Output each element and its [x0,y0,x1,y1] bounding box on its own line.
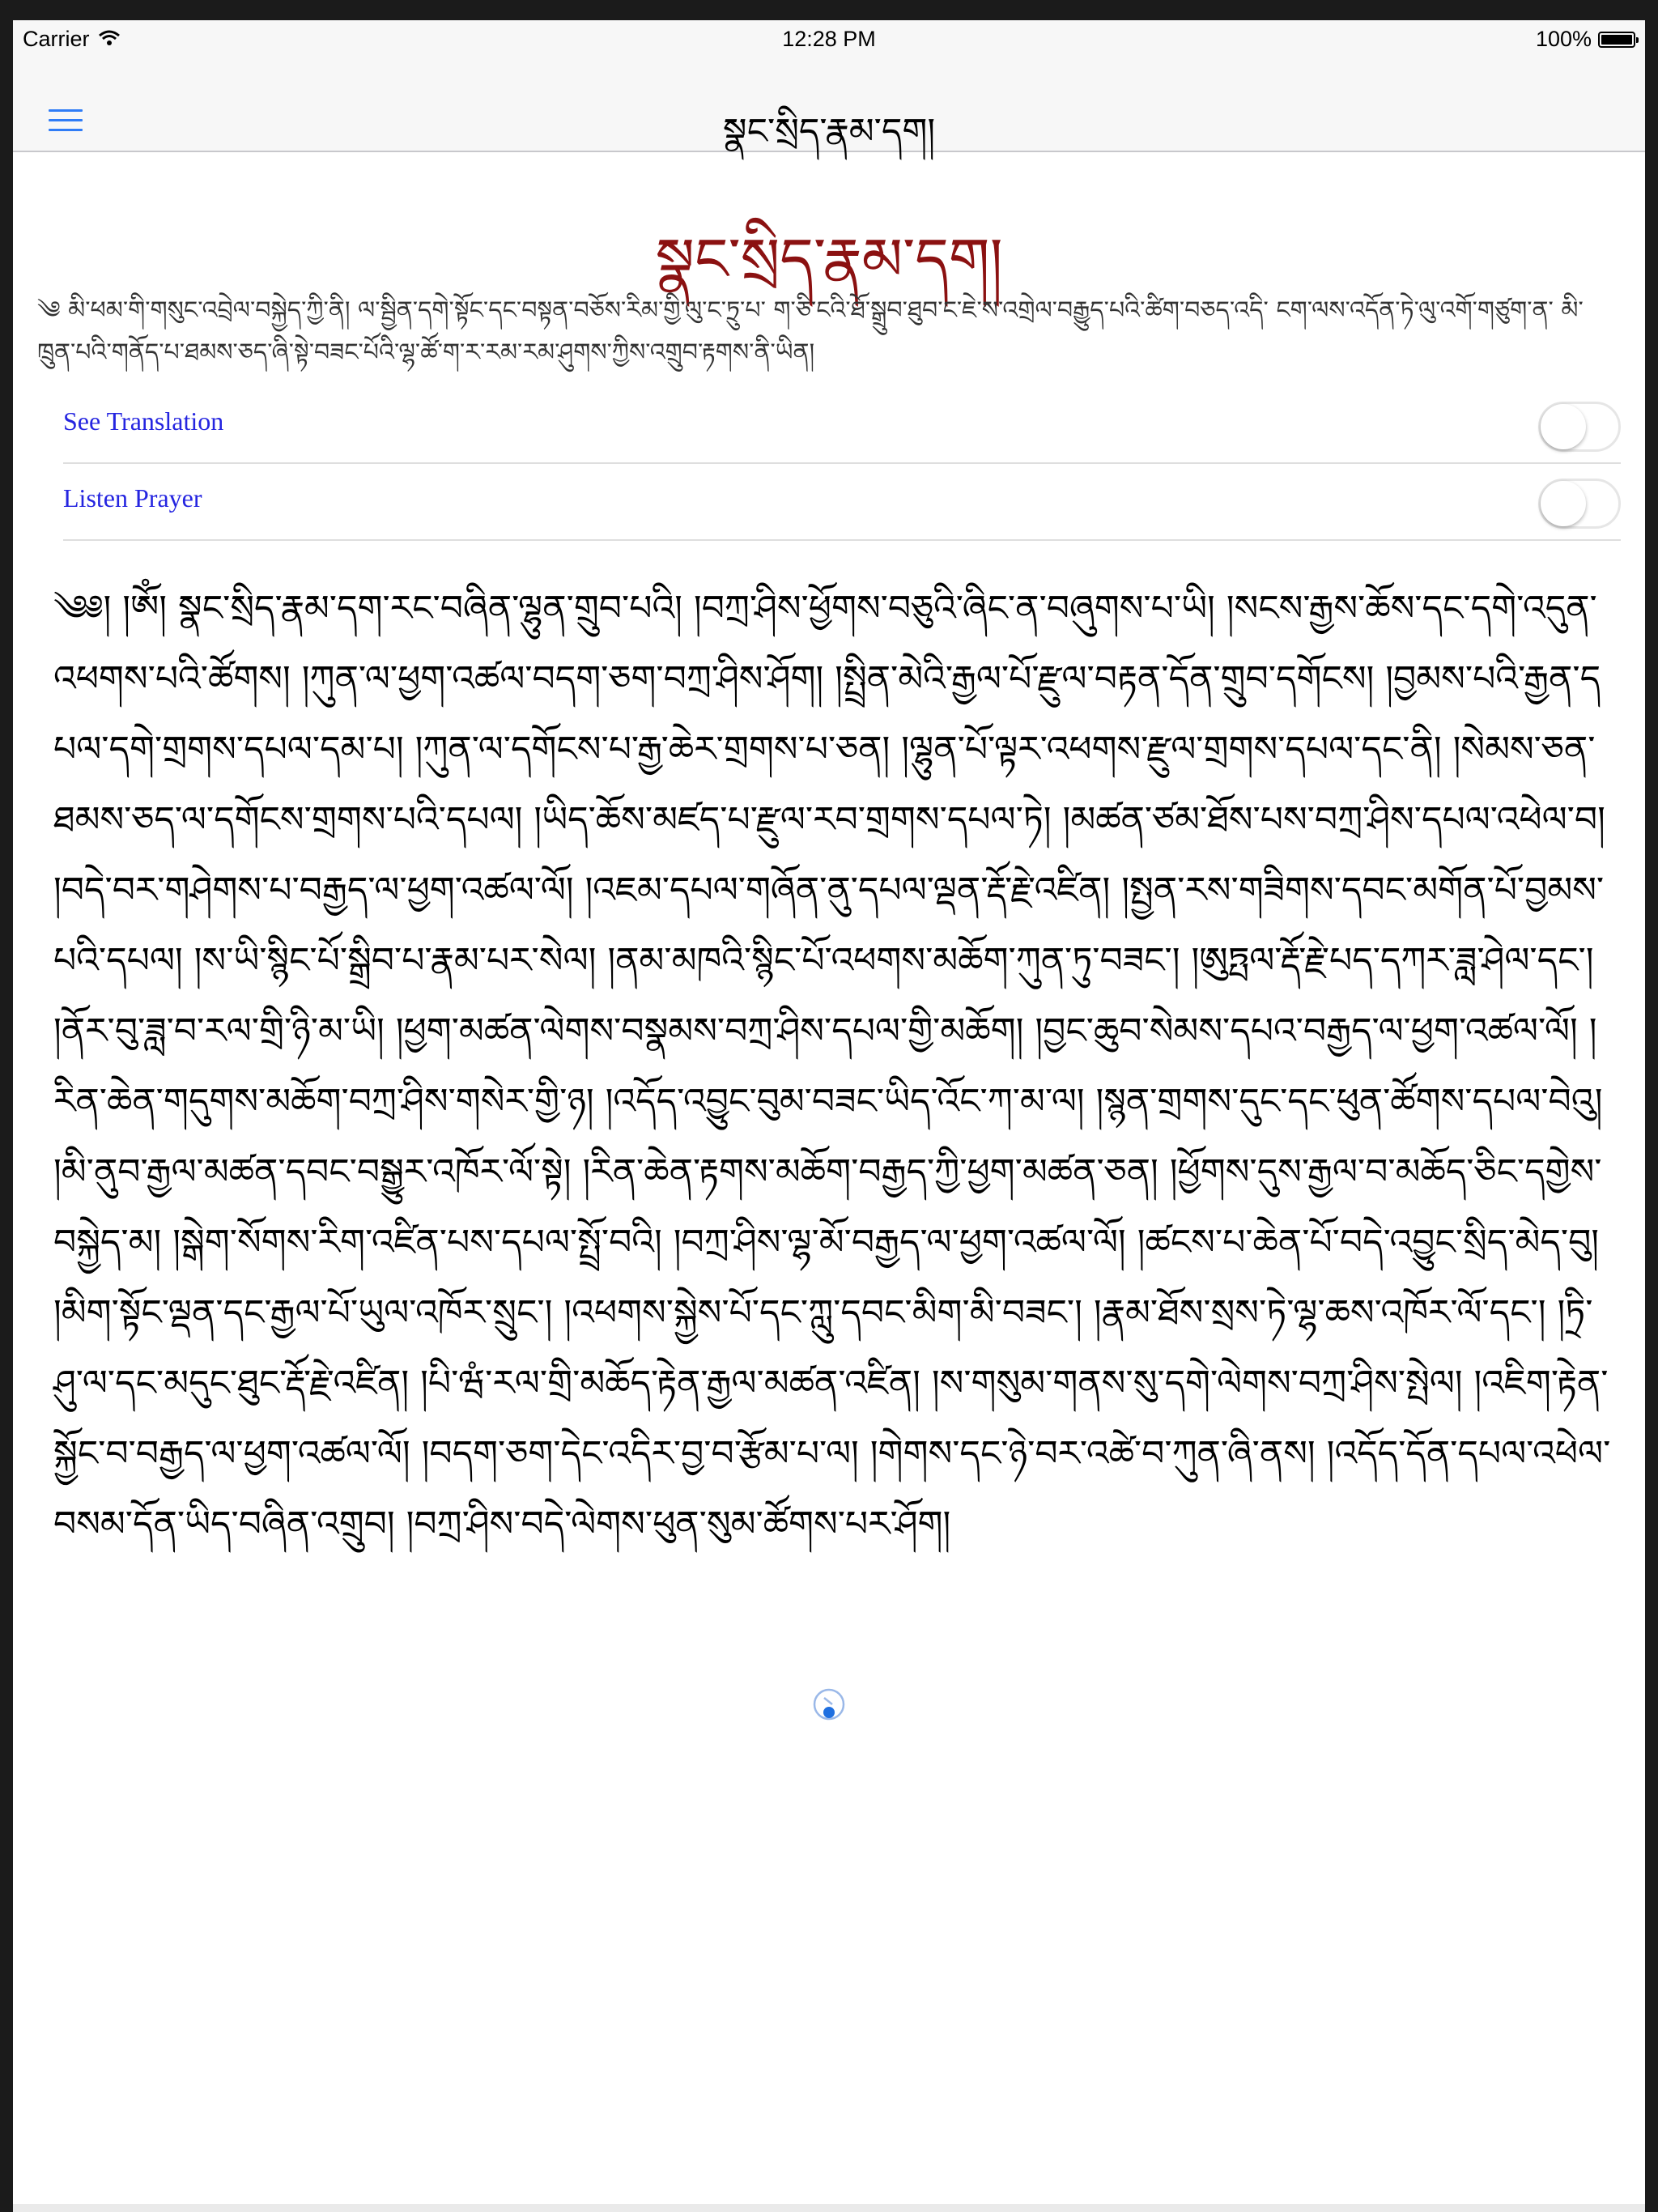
listen-prayer-row: Listen Prayer [63,464,1621,541]
app-frame: Carrier 12:28 PM 100% སྣང་སྲིད་རྣམ་དག། ས… [13,20,1645,2212]
toggle-knob [1541,404,1586,449]
see-translation-toggle[interactable] [1538,402,1621,452]
listen-prayer-toggle[interactable] [1538,479,1621,529]
prayer-text: ༄༅། །ཨོཾ། སྣང་སྲིད་རྣམ་དག་རང་བཞིན་ལྷུན་ག… [53,588,1611,1545]
toggle-knob [1541,481,1586,526]
spinner-icon[interactable] [811,1687,847,1722]
nav-title: སྣང་སྲིད་རྣམ་དག། [722,111,936,152]
status-right: 100% [1535,27,1639,52]
battery-percent: 100% [1535,27,1592,51]
navigation-bar: སྣང་སྲིད་རྣམ་དག། [13,59,1645,152]
bottom-edge [13,2204,1645,2212]
listen-prayer-label: Listen Prayer [63,483,202,513]
battery-icon [1598,31,1639,48]
intro-text: ༄ མི་ཕམ་གི་གསུང་འབྲེལ་བསྐྱེད་ཀྱི་ནི། ལ་ས… [37,296,1584,367]
see-translation-row: See Translation [63,387,1621,464]
status-time: 12:28 PM [782,27,876,51]
see-translation-label: See Translation [63,406,224,436]
status-bar: Carrier 12:28 PM 100% [13,20,1645,59]
